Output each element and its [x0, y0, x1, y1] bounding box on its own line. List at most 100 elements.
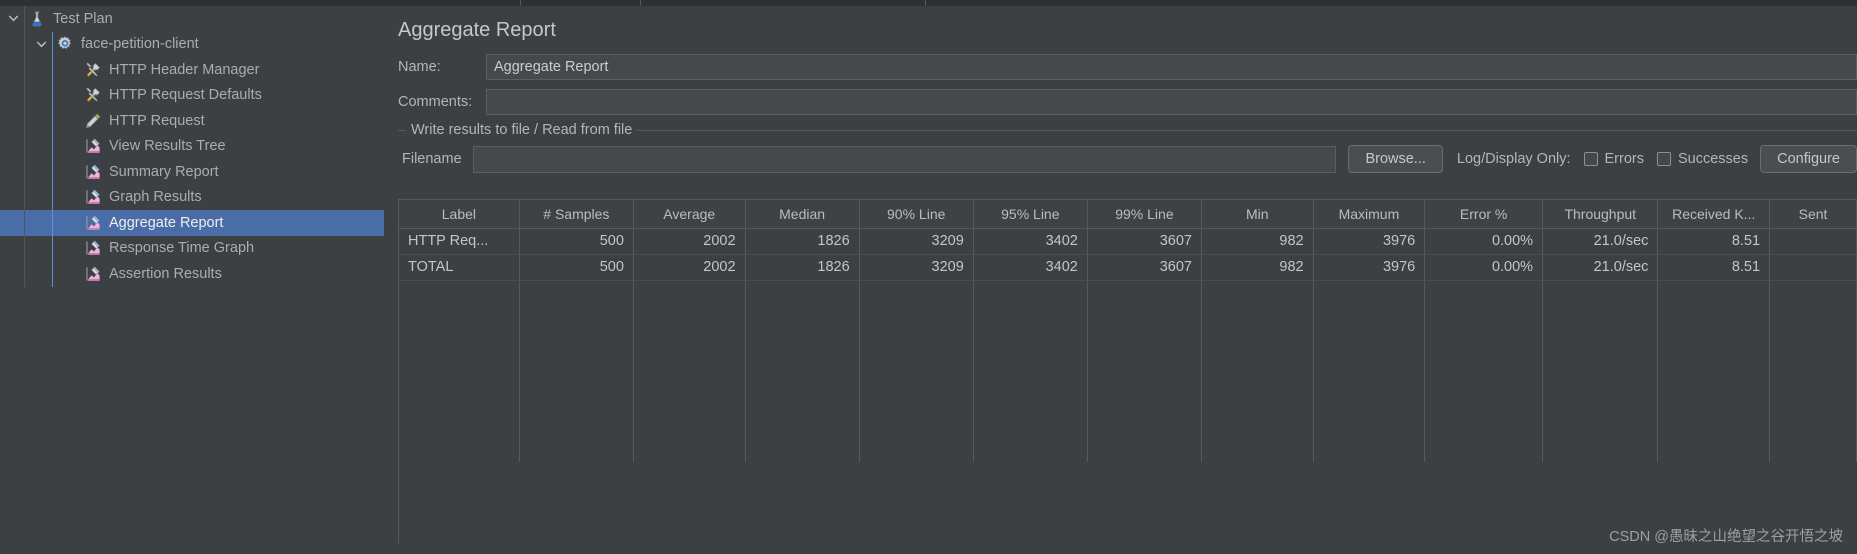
table-cell[interactable]: 3209 [859, 254, 974, 281]
errors-checkbox-wrap[interactable]: Errors [1583, 151, 1644, 167]
errors-checkbox[interactable] [1583, 152, 1598, 166]
table-cell[interactable]: 0.00% [1424, 228, 1544, 255]
table-cell[interactable]: 2002 [633, 228, 746, 255]
filename-input[interactable] [472, 145, 1337, 173]
table-column-header[interactable]: # Samples [519, 200, 634, 229]
table-empty-cell [1087, 436, 1202, 462]
tree-item-assertion-results[interactable]: Assertion Results [0, 261, 384, 287]
table-empty-cell [519, 332, 634, 358]
table-column-header[interactable]: 99% Line [1087, 200, 1202, 229]
table-empty-cell [633, 306, 746, 332]
table-empty-cell [519, 384, 634, 410]
successes-checkbox[interactable] [1657, 152, 1671, 166]
table-column-header[interactable]: 90% Line [859, 200, 974, 229]
table-empty-cell [1424, 384, 1544, 410]
tree-item-response-time-graph[interactable]: Response Time Graph [0, 236, 384, 262]
table-empty-cell [1542, 436, 1659, 462]
table-empty-cell [859, 384, 974, 410]
table-column-header[interactable]: 95% Line [973, 200, 1088, 229]
name-input[interactable] [486, 53, 1857, 80]
browse-button[interactable]: Browse... [1348, 145, 1443, 173]
tree-item-label: HTTP Header Manager [109, 61, 260, 78]
table-column-header[interactable]: Sent [1769, 200, 1857, 229]
table-empty-cell [745, 410, 860, 436]
table-cell[interactable]: 21.0/sec [1542, 254, 1659, 281]
configure-button[interactable]: Configure [1760, 145, 1857, 173]
table-column-header[interactable]: Throughput [1542, 200, 1659, 229]
table-cell[interactable]: HTTP Req... [399, 228, 520, 255]
table-empty-cell [1424, 332, 1544, 358]
tree-item-view-results-tree[interactable]: View Results Tree [0, 134, 384, 160]
table-cell[interactable]: 1826 [745, 254, 860, 281]
write-results-groupbox: Write results to file / Read from file F… [398, 122, 1857, 188]
table-row[interactable]: HTTP Req... 500 2002 1826 3209 3402 3607 982 397… [399, 228, 1857, 255]
table-empty-cell [1769, 280, 1857, 306]
table-row[interactable]: TOTAL 500 2002 1826 3209 3402 3607 982 3976 0.00%… [399, 254, 1857, 281]
table-empty-cell [1087, 358, 1202, 384]
table-column-header[interactable]: Median [745, 200, 860, 229]
table-cell[interactable]: 3209 [859, 228, 974, 255]
table-cell[interactable]: 3402 [973, 254, 1088, 281]
table-cell[interactable]: 3607 [1087, 228, 1202, 255]
table-cell[interactable]: 1826 [745, 228, 860, 255]
table-cell[interactable]: 21.0/sec [1542, 228, 1659, 255]
tree-item-http-request-defaults[interactable]: HTTP Request Defaults [0, 83, 384, 109]
tree-item-graph-results[interactable]: Graph Results [0, 185, 384, 211]
table-header-row[interactable]: Label # Samples Average Median 90% Line 95% L… [399, 200, 1857, 229]
table-cell[interactable] [1769, 254, 1857, 281]
table-empty-cell [1201, 280, 1314, 306]
table-cell[interactable]: 2002 [633, 254, 746, 281]
test-plan-tree[interactable]: Test Plan face-petition-client HTTP Header… [0, 6, 384, 287]
table-empty-cell [745, 436, 860, 462]
table-empty-cell [859, 436, 974, 462]
table-cell[interactable]: 8.51 [1657, 228, 1771, 255]
table-empty-cell [1313, 280, 1426, 306]
table-empty-row [399, 384, 1857, 410]
aggregate-results-table-wrap[interactable]: Label # Samples Average Median 90% Line 95% L… [398, 199, 1857, 543]
table-column-header[interactable]: Error % [1424, 200, 1544, 229]
table-empty-cell [1424, 436, 1544, 462]
table-cell[interactable]: 3402 [973, 228, 1088, 255]
table-empty-row [399, 332, 1857, 358]
chevron-down-icon[interactable] [2, 13, 24, 24]
table-cell[interactable]: 3607 [1087, 254, 1202, 281]
chevron-down-icon[interactable] [30, 39, 52, 50]
table-cell[interactable]: 982 [1201, 228, 1314, 255]
table-empty-cell [1542, 384, 1659, 410]
tree-item-face-petition-client[interactable]: face-petition-client [0, 32, 384, 58]
comments-input[interactable] [486, 88, 1857, 115]
table-column-header[interactable]: Average [633, 200, 746, 229]
tree-item-http-request[interactable]: HTTP Request [0, 108, 384, 134]
table-cell[interactable]: 500 [519, 228, 634, 255]
table-empty-cell [1424, 306, 1544, 332]
table-cell[interactable]: 3976 [1313, 254, 1426, 281]
tree-item-summary-report[interactable]: Summary Report [0, 159, 384, 185]
successes-checkbox-wrap[interactable]: Successes [1657, 151, 1748, 167]
table-cell[interactable]: TOTAL [399, 254, 520, 281]
aggregate-report-panel: Aggregate Report Name: Comments: Write r… [384, 0, 1857, 554]
table-cell[interactable]: 982 [1201, 254, 1314, 281]
table-column-header[interactable]: Label [399, 200, 520, 229]
tree-item-aggregate-report[interactable]: Aggregate Report [0, 210, 384, 236]
table-cell[interactable]: 8.51 [1657, 254, 1771, 281]
table-column-header[interactable]: Received K... [1657, 200, 1771, 229]
table-empty-cell [1424, 280, 1544, 306]
table-empty-cell [1201, 436, 1314, 462]
table-empty-cell [399, 280, 520, 306]
table-column-header[interactable]: Min [1201, 200, 1314, 229]
comments-field-row: Comments: [398, 85, 1857, 118]
tree-item-http-header-manager[interactable]: HTTP Header Manager [0, 57, 384, 83]
table-cell[interactable]: 500 [519, 254, 634, 281]
tree-item-label: Graph Results [109, 189, 202, 206]
filename-row: Filename Browse... Log/Display Only: Err… [398, 145, 1857, 173]
table-column-header[interactable]: Maximum [1313, 200, 1426, 229]
tree-item-label: Summary Report [109, 163, 219, 180]
table-cell[interactable] [1769, 228, 1857, 255]
table-cell[interactable]: 0.00% [1424, 254, 1544, 281]
aggregate-results-table[interactable]: Label # Samples Average Median 90% Line 95% L… [399, 200, 1857, 462]
page-title: Aggregate Report [398, 19, 556, 41]
listener-icon [80, 214, 106, 232]
tree-item-test-plan[interactable]: Test Plan [0, 6, 384, 32]
table-cell[interactable]: 3976 [1313, 228, 1426, 255]
listener-icon [80, 239, 106, 257]
